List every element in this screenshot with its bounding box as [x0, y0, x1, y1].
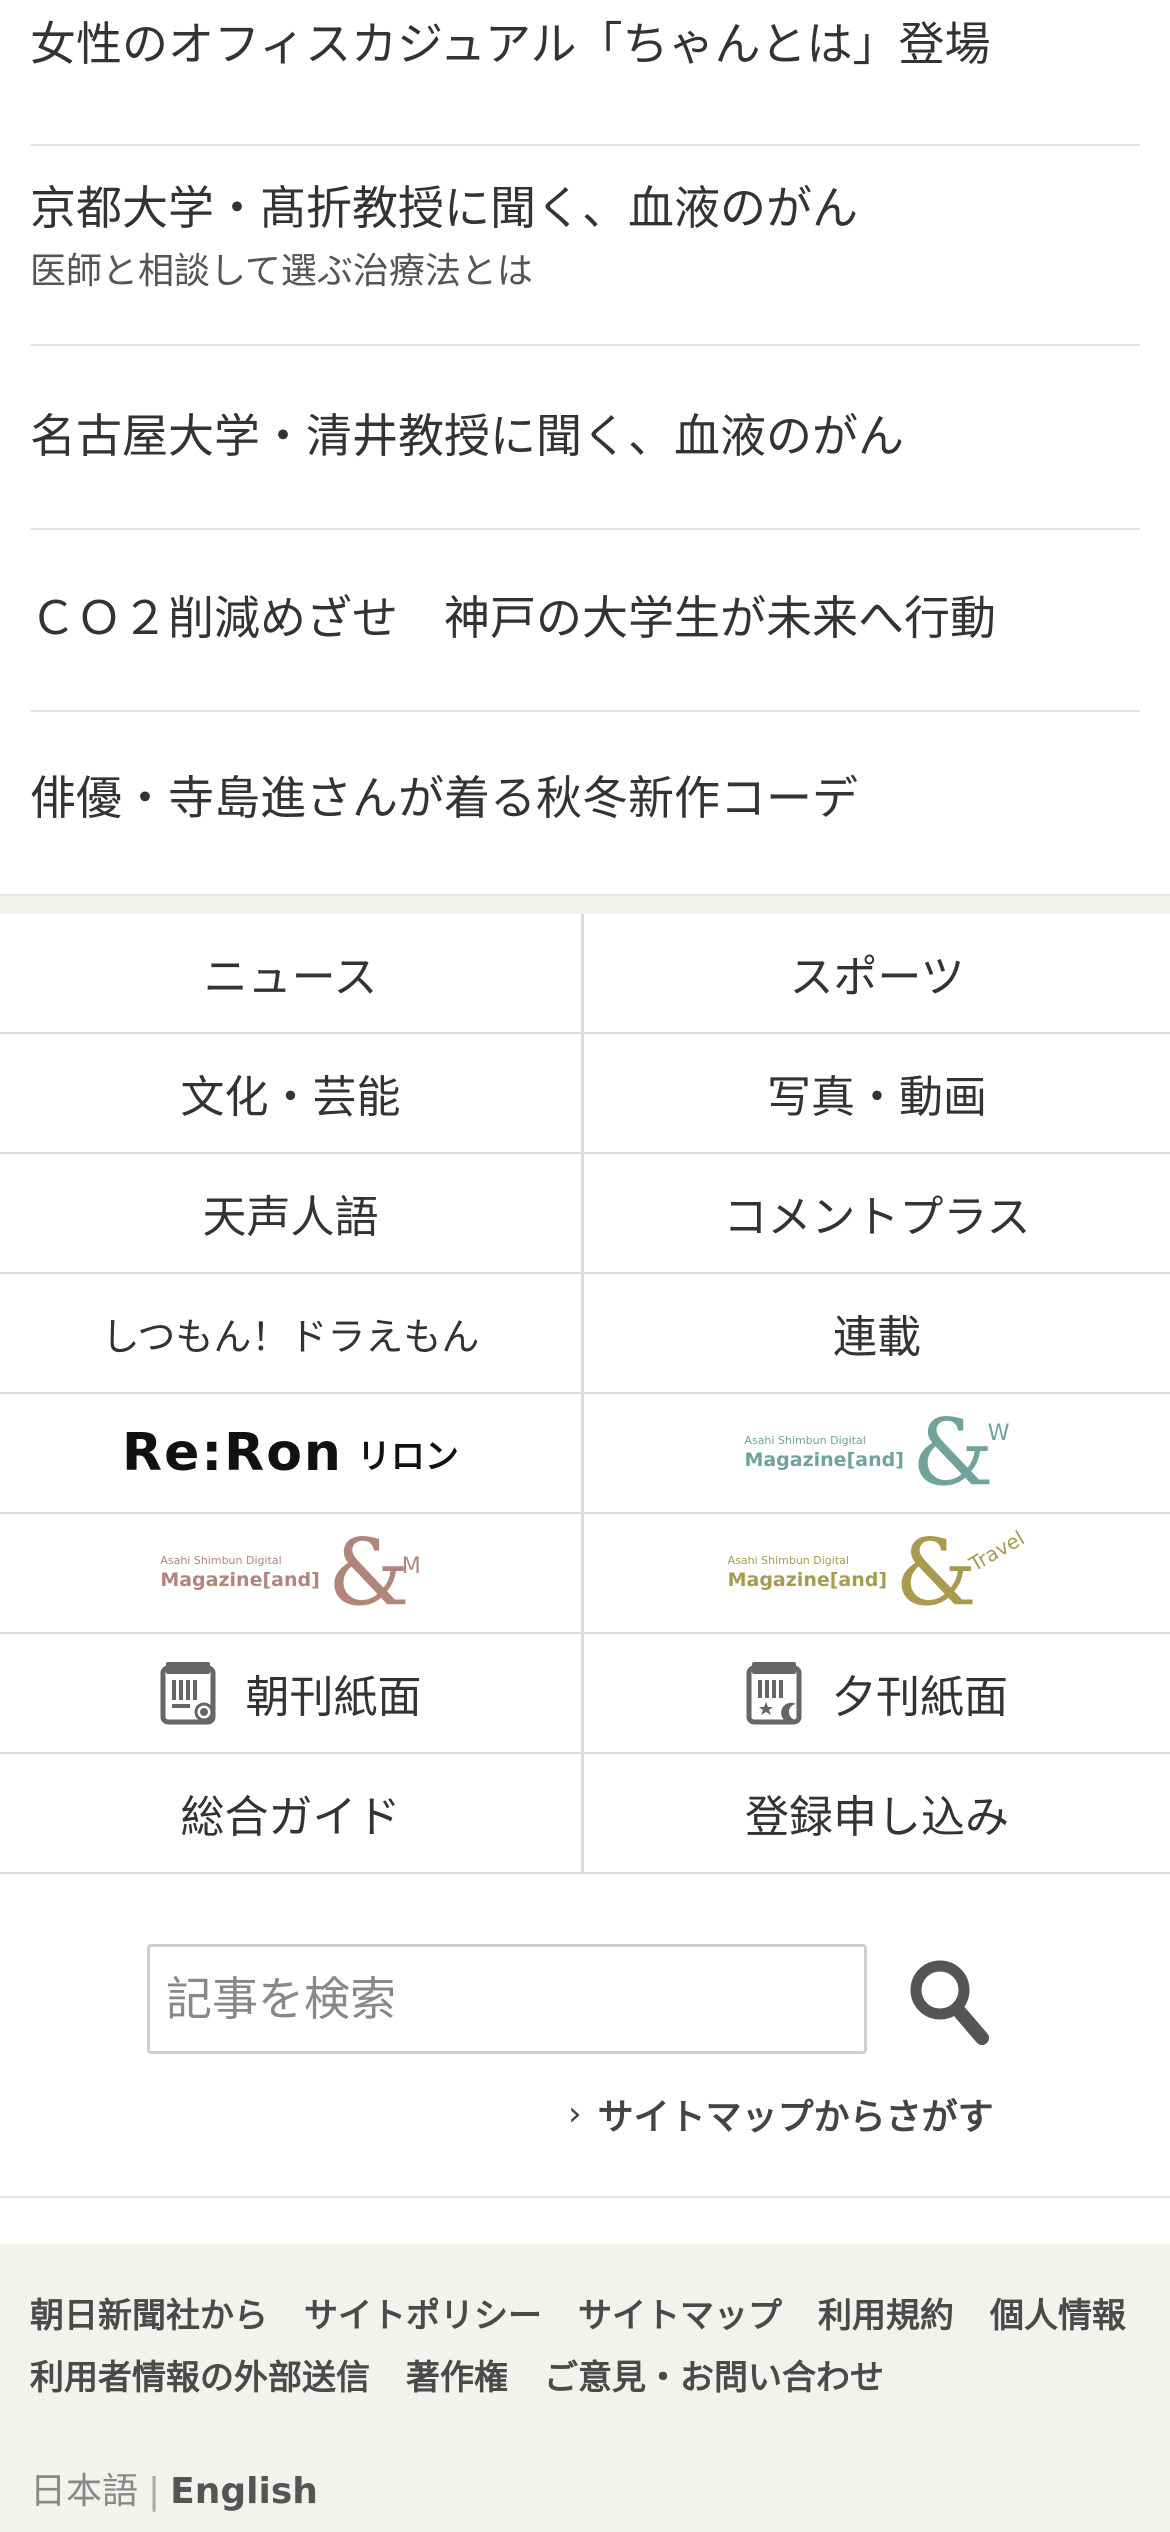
footer-link-asahi[interactable]: 朝日新聞社から	[30, 2296, 268, 2336]
nav-label: ニュース	[203, 952, 378, 1003]
footer-links: 朝日新聞社から サイトポリシー サイトマップ 利用規約 個人情報 利用者情報の外…	[30, 2296, 1140, 2420]
article-item[interactable]: ＣＯ２削減めざせ 神戸の大学生が未来へ行動	[30, 530, 1140, 712]
footer-link-copyright[interactable]: 著作権	[406, 2358, 508, 2398]
nav-reron[interactable]: Re:Ron リロン	[0, 1394, 584, 1514]
article-item[interactable]: 名古屋大学・清井教授に聞く、血液のがん	[30, 346, 1140, 530]
reron-logo: Re:Ron リロン	[122, 1423, 459, 1483]
nav-signup[interactable]: 登録申し込み	[584, 1754, 1170, 1874]
nav-label: コメントプラス	[723, 1192, 1031, 1243]
morning-paper-icon	[160, 1662, 215, 1725]
and-w-logo-big: Magazine[and]	[744, 1449, 904, 1471]
nav-comment-plus[interactable]: コメントプラス	[584, 1154, 1170, 1274]
nav-guide[interactable]: 総合ガイド	[0, 1754, 584, 1874]
and-m-ampersand: &	[327, 1519, 410, 1626]
and-travel-logo-small: Asahi Shimbun Digital	[727, 1554, 849, 1567]
footer-link-contact[interactable]: ご意見・お問い合わせ	[544, 2358, 884, 2398]
article-subtitle: 医師と相談して選ぶ治療法とは	[30, 251, 533, 292]
article-title[interactable]: 京都大学・髙折教授に聞く、血液のがん	[30, 180, 858, 236]
article-list: 女性のオフィスカジュアル「ちゃんとは」登場 京都大学・髙折教授に聞く、血液のがん…	[0, 0, 1170, 894]
and-m-logo: Asahi Shimbun Digital Magazine[and] & M	[160, 1527, 420, 1619]
and-travel-logo-big: Magazine[and]	[727, 1569, 888, 1591]
language-switcher: 日本語 | English	[30, 2462, 318, 2514]
search-section: › サイトマップからさがす	[0, 1874, 1170, 2198]
footer-link-site-policy[interactable]: サイトポリシー	[304, 2296, 542, 2336]
footer-link-privacy[interactable]: 個人情報	[990, 2296, 1126, 2336]
footer: 朝日新聞社から サイトポリシー サイトマップ 利用規約 個人情報 利用者情報の外…	[0, 2244, 1170, 2532]
and-travel-logo: Asahi Shimbun Digital Magazine[and] & Tr…	[727, 1519, 1029, 1626]
nav-label: 連載	[833, 1312, 921, 1363]
article-item[interactable]: 京都大学・髙折教授に聞く、血液のがん 医師と相談して選ぶ治療法とは	[30, 146, 1140, 346]
nav-evening-paper[interactable]: 夕刊紙面	[584, 1634, 1170, 1754]
article-title[interactable]: 名古屋大学・清井教授に聞く、血液のがん	[30, 408, 904, 464]
nav-and-m[interactable]: Asahi Shimbun Digital Magazine[and] & M	[0, 1514, 584, 1634]
footer-link-external-transmission[interactable]: 利用者情報の外部送信	[30, 2358, 370, 2398]
and-w-ampersand: &	[911, 1399, 994, 1506]
nav-label: 朝刊紙面	[245, 1672, 422, 1723]
footer-link-sitemap[interactable]: サイトマップ	[578, 2296, 782, 2336]
footer-row: 朝日新聞社から サイトポリシー サイトマップ 利用規約 個人情報	[30, 2296, 1140, 2336]
nav-and-travel[interactable]: Asahi Shimbun Digital Magazine[and] & Tr…	[584, 1514, 1170, 1634]
evening-paper-icon	[746, 1662, 802, 1725]
nav-tenseijingo[interactable]: 天声人語	[0, 1154, 584, 1274]
nav-culture[interactable]: 文化・芸能	[0, 1034, 584, 1154]
reron-logo-kana: リロン	[356, 1436, 459, 1477]
and-w-logo-small: Asahi Shimbun Digital	[744, 1434, 866, 1447]
lang-english[interactable]: English	[170, 2471, 318, 2512]
sitemap-search-link[interactable]: › サイトマップからさがす	[568, 2088, 994, 2140]
chevron-right-icon: ›	[568, 2094, 582, 2134]
nav-rensai[interactable]: 連載	[584, 1274, 1170, 1394]
nav-label: 写真・動画	[767, 1072, 987, 1123]
article-title[interactable]: 俳優・寺島進さんが着る秋冬新作コーデ	[30, 770, 858, 826]
and-m-logo-small: Asahi Shimbun Digital	[160, 1554, 282, 1567]
article-item[interactable]: 女性のオフィスカジュアル「ちゃんとは」登場	[30, 0, 1140, 146]
lang-japanese[interactable]: 日本語	[30, 2471, 138, 2512]
nav-label: 文化・芸能	[180, 1072, 401, 1123]
nav-morning-paper[interactable]: 朝刊紙面	[0, 1634, 584, 1754]
and-w-suffix: W	[987, 1420, 1010, 1446]
and-m-suffix: M	[401, 1553, 421, 1579]
nav-label: スポーツ	[789, 952, 965, 1003]
nav-label: 登録申し込み	[745, 1792, 1009, 1843]
article-item[interactable]: 俳優・寺島進さんが着る秋冬新作コーデ	[30, 712, 1140, 894]
nav-label: 総合ガイド	[180, 1792, 401, 1843]
nav-news[interactable]: ニュース	[0, 914, 584, 1034]
nav-and-w[interactable]: Asahi Shimbun Digital Magazine[and] & W	[584, 1394, 1170, 1514]
sitemap-link-label: サイトマップからさがす	[597, 2097, 994, 2138]
footer-link-terms[interactable]: 利用規約	[818, 2296, 954, 2336]
nav-label: しつもん！ドラえもん	[101, 1314, 480, 1359]
nav-photo-video[interactable]: 写真・動画	[584, 1034, 1170, 1154]
and-travel-ampersand: &	[895, 1519, 977, 1626]
search-icon[interactable]	[906, 1956, 990, 2046]
nav-label: 夕刊紙面	[832, 1672, 1008, 1723]
nav-shitsumon-doraemon[interactable]: しつもん！ドラえもん	[0, 1274, 584, 1394]
search-input[interactable]	[147, 1944, 867, 2054]
category-grid: ニュース スポーツ 文化・芸能 写真・動画 天声人語 コメントプラス しつもん！…	[0, 914, 1170, 1874]
and-w-logo: Asahi Shimbun Digital Magazine[and] & W	[744, 1407, 1009, 1499]
article-title[interactable]: 女性のオフィスカジュアル「ちゃんとは」登場	[30, 16, 990, 72]
and-m-logo-big: Magazine[and]	[160, 1569, 320, 1591]
reron-logo-word: Re:Ron	[122, 1423, 343, 1483]
lang-separator: |	[148, 2471, 161, 2512]
nav-sports[interactable]: スポーツ	[584, 914, 1170, 1034]
footer-row: 利用者情報の外部送信 著作権 ご意見・お問い合わせ	[30, 2358, 1140, 2398]
article-title[interactable]: ＣＯ２削減めざせ 神戸の大学生が未来へ行動	[30, 590, 996, 646]
section-divider	[0, 894, 1170, 914]
nav-label: 天声人語	[202, 1192, 379, 1243]
